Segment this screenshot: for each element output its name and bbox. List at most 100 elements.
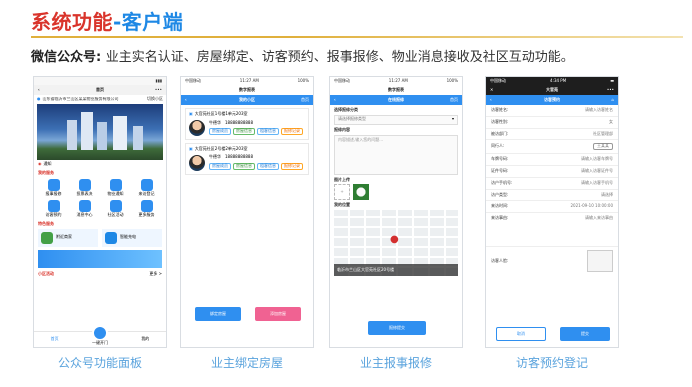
- tab-bar: 首页 一键开门 我的: [34, 325, 166, 347]
- visitor-name-field[interactable]: 访客姓名: 请输入访客姓名: [486, 105, 618, 117]
- add-photo-button[interactable]: +: [334, 184, 350, 201]
- door-icon: [91, 325, 108, 342]
- slide: { "title_a":"系统功能", "title_b":"-客户端", "s…: [0, 0, 692, 387]
- cancel-button[interactable]: 取消: [496, 327, 546, 341]
- location-row[interactable]: ● 山东省临沂市兰山区某某物业服务有限公司 切换小区: [34, 95, 166, 104]
- plate-number-field[interactable]: 车牌号码: 请输入访客车牌号: [486, 154, 618, 166]
- house-card[interactable]: ▣ 大官苑社区1号楼1单元203室 牛德华 18888888888 房屋成员 房屋信息…: [185, 108, 309, 140]
- tab-mine[interactable]: 我的: [141, 336, 149, 342]
- shop-icon: [41, 231, 53, 244]
- submit-repair-button[interactable]: 报修提交: [368, 321, 426, 335]
- activity-icon: [109, 200, 122, 213]
- uploaded-photo-thumbnail[interactable]: [353, 184, 369, 201]
- feature-nearby-shops[interactable]: 附近商家: [38, 228, 98, 247]
- nav-bar: ‹ 访客预约 ⌂: [486, 95, 618, 105]
- charging-icon: [105, 231, 117, 244]
- repair-type-label: 选择报修分类: [334, 107, 358, 112]
- more-icon[interactable]: •••: [155, 87, 162, 93]
- app-title-bar: 数字报表: [181, 85, 313, 95]
- vote-icon: [78, 179, 91, 192]
- notice-icon: ◉: [38, 160, 42, 166]
- service-activity[interactable]: 社区活动: [100, 200, 131, 218]
- repair-type-select[interactable]: 请选择报修类型 ▾: [334, 114, 458, 125]
- tag-repair-records[interactable]: 报修记录: [281, 128, 303, 136]
- back-icon[interactable]: ‹: [334, 97, 336, 103]
- companion-field[interactable]: 同行人: 王某某: [486, 140, 618, 155]
- address-overlay: 临沂市兰山区大官苑社区20号楼: [334, 264, 458, 277]
- house-card[interactable]: ▣ 大官苑社区2号楼2单元203室 牛德华 18888888888 房屋成员 房屋信息…: [185, 142, 309, 175]
- feature-row: 附近商家 智能充电: [34, 228, 166, 247]
- visitor-gender-field[interactable]: 访客性别: 女: [486, 117, 618, 129]
- more-icon[interactable]: •••: [607, 87, 614, 93]
- visitor-type-field[interactable]: 访户类型: 请选择: [486, 190, 618, 202]
- home-link[interactable]: 首页: [450, 97, 458, 103]
- close-icon[interactable]: ✕: [490, 87, 493, 93]
- switch-community-button[interactable]: 切换小区: [147, 96, 163, 102]
- message-icon: [78, 200, 91, 213]
- slide-subtitle: 微信公众号: 业主实名认证、房屋绑定、访客预约、报事报修、物业消息接收及社区互动…: [31, 50, 574, 65]
- service-repair[interactable]: 报事报修: [38, 179, 69, 197]
- activity-more-link[interactable]: 更多 >: [149, 271, 162, 277]
- status-bar: 中国移动 11:27 AM 100%: [181, 77, 313, 85]
- caption-repair: 业主报事报修: [359, 356, 432, 370]
- service-visitor-log[interactable]: 来访登记: [131, 179, 162, 197]
- status-bar: ▮▮▮: [34, 77, 166, 85]
- service-vote[interactable]: 投票表决: [69, 179, 100, 197]
- building-icon: ▣: [189, 111, 193, 116]
- caption-visitor-appointment: 访客预约登记: [515, 356, 588, 370]
- add-house-button[interactable]: 添加房屋: [255, 307, 301, 321]
- avatar: [189, 119, 205, 136]
- notice-row[interactable]: ◉ 通知: [34, 160, 166, 169]
- phone-repair: 中国移动 11:27 AM 100% 数字报表 ‹ 在线报修 首页 选择报修分类 请选择…: [329, 76, 463, 348]
- title-divider: [31, 36, 683, 38]
- feature-smart-charging[interactable]: 智能充电: [102, 228, 162, 247]
- nav-bar: ‹ 在线报修 首页: [330, 95, 462, 105]
- nav-bar: ‹ 我的小区 首页: [181, 95, 313, 105]
- face-photo-field[interactable]: 访客人脸:: [486, 247, 618, 275]
- home-icon[interactable]: ⌂: [611, 97, 614, 103]
- visit-reason-field[interactable]: 来访事由: 请输入来访事由: [486, 213, 618, 248]
- tag-repair-records[interactable]: 报修记录: [281, 163, 303, 170]
- status-bar: 中国移动 11:27 AM 100%: [330, 77, 462, 85]
- tag-house-info[interactable]: 房屋信息: [233, 128, 255, 136]
- chevron-down-icon: ▾: [451, 116, 454, 122]
- home-link[interactable]: 首页: [301, 97, 309, 103]
- promo-banner[interactable]: [38, 249, 162, 268]
- repair-content-textarea[interactable]: 内容描述,输入您的问题...: [334, 134, 458, 175]
- back-icon[interactable]: ‹: [38, 87, 40, 93]
- back-icon[interactable]: ‹: [490, 97, 492, 103]
- photo-upload-label: 图片上传: [334, 176, 350, 182]
- slide-title: 系统功能-客户端: [31, 10, 184, 34]
- map-view[interactable]: ● 临沂市兰山区大官苑社区20号楼: [334, 210, 458, 277]
- appointment-form: 访客姓名: 请输入访客姓名 访客性别: 女 被访部门: 社区管理部 同行人: 王某某 车…: [486, 105, 618, 275]
- bind-house-button[interactable]: 绑定房屋: [195, 307, 241, 321]
- tab-open-door[interactable]: 一键开门: [91, 325, 108, 346]
- tag-tenants[interactable]: 租客信息: [257, 163, 279, 170]
- visited-department-field[interactable]: 被访部门: 社区管理部: [486, 129, 618, 141]
- hero-banner-image: [37, 103, 163, 160]
- tag-members[interactable]: 房屋成员: [209, 128, 231, 136]
- visit-time-field[interactable]: 来访时间: 2021-09-10 10:00:00: [486, 201, 618, 214]
- services-grid: 报事报修 投票表决 物业通知 来访登记 访客预约 消息中心 社区活动 更多服务: [34, 177, 166, 220]
- repair-content-label: 报修内容: [334, 126, 350, 132]
- photo-upload-row: +: [330, 184, 462, 201]
- service-appointment[interactable]: 访客预约: [38, 200, 69, 218]
- services-heading: 我的服务: [38, 169, 54, 175]
- id-number-field[interactable]: 证件号码: 请输入访客证件号: [486, 166, 618, 178]
- nav-bar: ‹ 首页 •••: [34, 85, 166, 95]
- avatar: [189, 154, 205, 171]
- service-more[interactable]: 更多服务: [131, 200, 162, 218]
- bell-icon: [109, 179, 122, 192]
- service-notice[interactable]: 物业通知: [100, 179, 131, 197]
- face-photo-upload[interactable]: [587, 250, 613, 273]
- phone-home-panel: ▮▮▮ ‹ 首页 ••• ● 山东省临沂市兰山区某某物业服务有限公司 切换小区 ◉ 通…: [33, 76, 167, 348]
- tag-house-info[interactable]: 房屋信息: [233, 163, 255, 170]
- service-messages[interactable]: 消息中心: [69, 200, 100, 218]
- tag-tenants[interactable]: 租客信息: [257, 128, 279, 136]
- back-icon[interactable]: ‹: [185, 97, 187, 103]
- tag-members[interactable]: 房屋成员: [209, 163, 231, 170]
- submit-button[interactable]: 提交: [560, 327, 610, 341]
- repair-icon: [47, 179, 60, 192]
- tab-home[interactable]: 首页: [51, 336, 59, 342]
- phone-field[interactable]: 访户手机号: 请输入访客手机号: [486, 178, 618, 190]
